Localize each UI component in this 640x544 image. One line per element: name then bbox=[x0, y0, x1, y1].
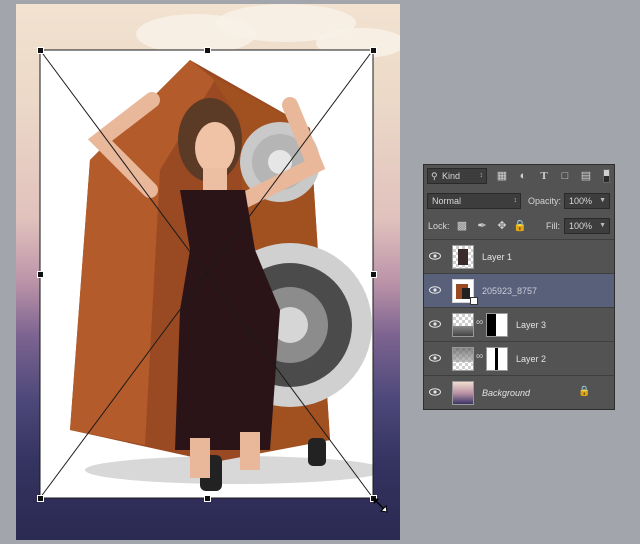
layer-name[interactable]: Background bbox=[482, 386, 530, 400]
layer-mask-thumbnail[interactable] bbox=[486, 313, 508, 337]
pixel-layer-filter-icon[interactable]: ▦ bbox=[494, 168, 510, 184]
transform-handle-top-left[interactable] bbox=[37, 47, 44, 54]
blend-mode-dropdown[interactable]: Normal ↕ bbox=[427, 193, 521, 209]
free-transform-box[interactable] bbox=[37, 47, 377, 502]
smart-object-badge-icon bbox=[470, 297, 478, 305]
fill-label: Fill: bbox=[546, 221, 560, 231]
chain-link-icon[interactable]: ∞ bbox=[476, 317, 483, 328]
opacity-value: 100% bbox=[569, 196, 593, 206]
opacity-field[interactable]: 100% ▼ bbox=[564, 193, 610, 209]
fill-value: 100% bbox=[569, 221, 593, 231]
layer-thumbnail bbox=[452, 381, 474, 405]
layer-row-layer-3[interactable]: ∞ Layer 3 bbox=[424, 307, 614, 341]
filter-toggle-switch[interactable] bbox=[603, 169, 610, 183]
eye-icon[interactable] bbox=[429, 251, 441, 261]
layer-name[interactable]: Layer 2 bbox=[516, 352, 546, 366]
transform-handle-middle-left[interactable] bbox=[37, 271, 44, 278]
layer-row-205923-8757[interactable]: 205923_8757 bbox=[424, 273, 614, 307]
layers-panel: ⚲ Kind ↕ ▦ ◐ T □ ▤ Normal ↕ Opacity: 100… bbox=[423, 164, 615, 410]
blend-row: Normal ↕ Opacity: 100% ▼ bbox=[424, 189, 614, 213]
search-icon: ⚲ bbox=[431, 171, 438, 181]
transform-handle-bottom-left[interactable] bbox=[37, 495, 44, 502]
layer-name[interactable]: 205923_8757 bbox=[482, 284, 537, 298]
chevron-updown-icon: ↕ bbox=[479, 172, 484, 179]
filter-kind-label: Kind bbox=[442, 171, 461, 181]
layer-row-layer-1[interactable]: Layer 1 bbox=[424, 239, 614, 273]
lock-position-move-icon[interactable]: ✥ bbox=[494, 218, 510, 234]
transform-outline bbox=[39, 49, 374, 499]
type-layer-filter-icon[interactable]: T bbox=[536, 168, 552, 184]
lock-row: Lock: ▩ ✒ ✥ 🔒 Fill: 100% ▼ bbox=[424, 213, 614, 239]
layer-mask-thumbnail[interactable] bbox=[486, 347, 508, 371]
chevron-down-icon[interactable]: ▼ bbox=[599, 194, 606, 208]
filter-kind-dropdown[interactable]: ⚲ Kind ↕ bbox=[427, 168, 487, 184]
chain-link-icon[interactable]: ∞ bbox=[476, 351, 483, 362]
adjustment-layer-filter-icon[interactable]: ◐ bbox=[515, 168, 531, 184]
transform-handle-top-center[interactable] bbox=[204, 47, 211, 54]
lock-transparent-pixels-icon[interactable]: ▩ bbox=[454, 218, 470, 234]
layer-thumbnail bbox=[452, 313, 474, 337]
fill-field[interactable]: 100% ▼ bbox=[564, 218, 610, 234]
eye-icon[interactable] bbox=[429, 387, 441, 397]
transform-handle-middle-right[interactable] bbox=[370, 271, 377, 278]
layer-name[interactable]: Layer 1 bbox=[482, 250, 512, 264]
chevron-down-icon[interactable]: ▼ bbox=[599, 219, 606, 233]
padlock-icon[interactable]: 🔒 bbox=[578, 386, 590, 397]
shape-layer-filter-icon[interactable]: □ bbox=[557, 168, 573, 184]
lock-image-pixels-brush-icon[interactable]: ✒ bbox=[474, 218, 490, 234]
opacity-label: Opacity: bbox=[528, 196, 562, 206]
diagonal-resize-cursor-icon bbox=[371, 496, 389, 514]
layer-thumbnail bbox=[452, 347, 474, 371]
layer-row-background[interactable]: Background 🔒 bbox=[424, 375, 614, 409]
layer-row-layer-2[interactable]: ∞ Layer 2 bbox=[424, 341, 614, 375]
smart-object-filter-icon[interactable]: ▤ bbox=[578, 168, 594, 184]
document-canvas[interactable] bbox=[16, 4, 400, 540]
layer-name[interactable]: Layer 3 bbox=[516, 318, 546, 332]
lock-label: Lock: bbox=[428, 221, 450, 231]
blend-mode-value: Normal bbox=[432, 196, 462, 206]
transform-handle-top-right[interactable] bbox=[370, 47, 377, 54]
eye-icon[interactable] bbox=[429, 353, 441, 363]
eye-icon[interactable] bbox=[429, 319, 441, 329]
chevron-updown-icon: ↕ bbox=[513, 197, 518, 204]
lock-all-padlock-icon[interactable]: 🔒 bbox=[512, 218, 528, 234]
layer-thumbnail bbox=[452, 245, 474, 269]
transform-handle-bottom-center[interactable] bbox=[204, 495, 211, 502]
eye-icon[interactable] bbox=[429, 285, 441, 295]
layer-filter-row: ⚲ Kind ↕ ▦ ◐ T □ ▤ bbox=[424, 165, 614, 189]
